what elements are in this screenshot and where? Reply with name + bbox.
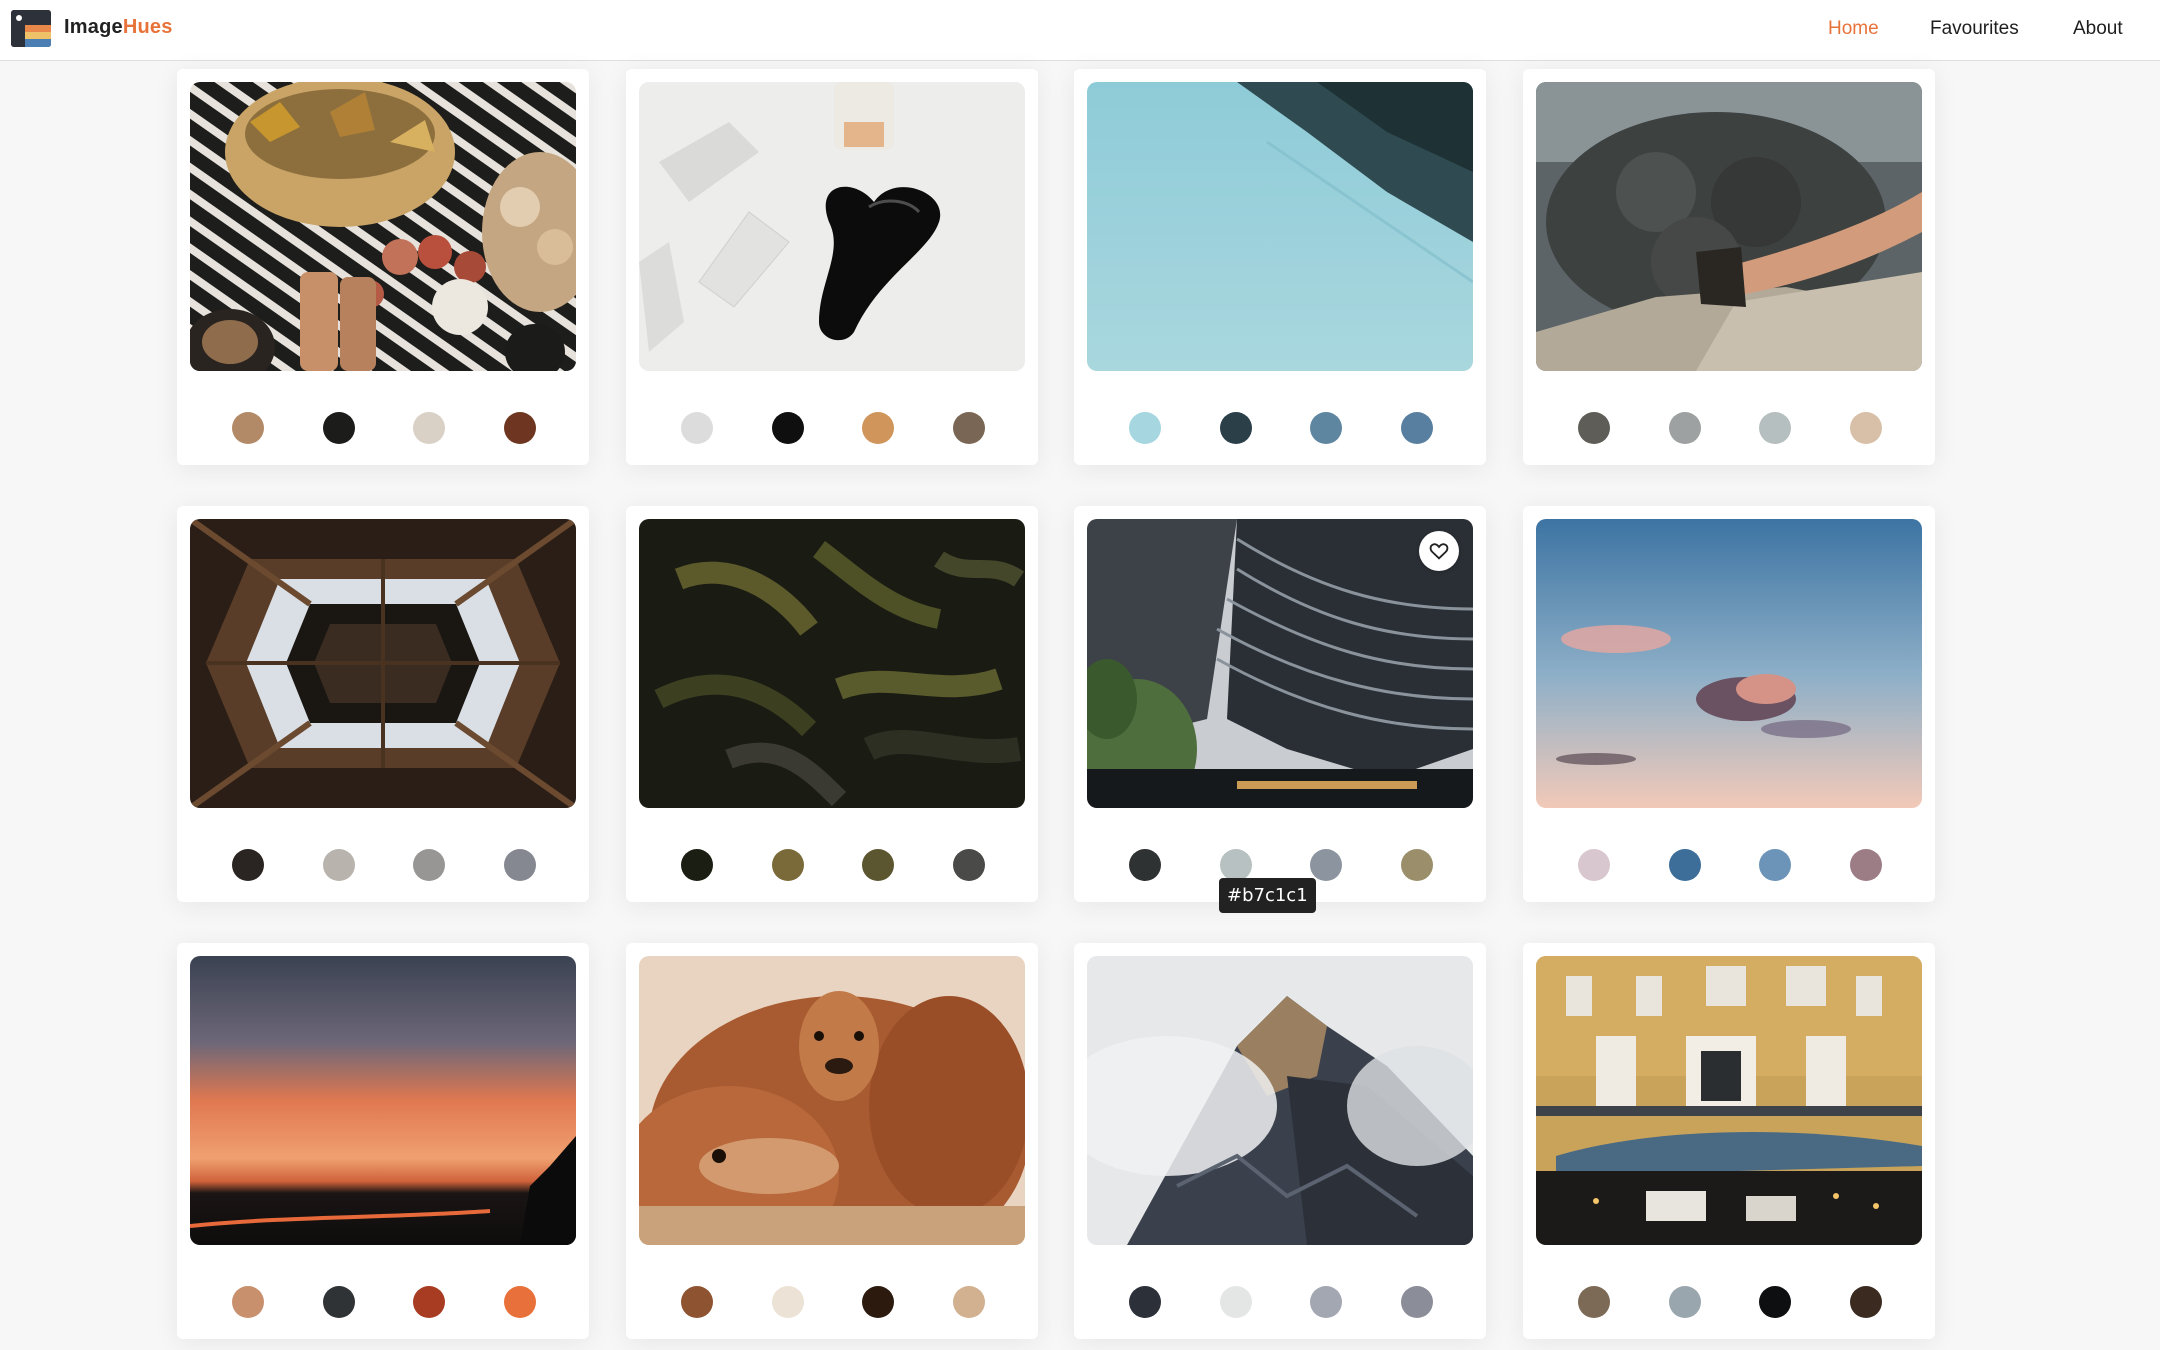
color-swatch[interactable] (1129, 1286, 1161, 1318)
photo-thumbnail[interactable] (1536, 519, 1922, 808)
photo-thumbnail[interactable] (1087, 82, 1473, 371)
color-swatch[interactable] (772, 412, 804, 444)
color-swatch[interactable] (323, 412, 355, 444)
color-swatch[interactable] (862, 412, 894, 444)
color-swatch[interactable] (1220, 1286, 1252, 1318)
palette-card (1074, 943, 1486, 1339)
color-swatch[interactable] (1759, 412, 1791, 444)
nav-favourites-link[interactable]: Favourites (1930, 18, 2019, 40)
imagehues-logo-icon[interactable] (11, 10, 51, 47)
color-swatch[interactable] (1669, 1286, 1701, 1318)
color-swatch[interactable] (681, 412, 713, 444)
palette-card (177, 943, 589, 1339)
color-swatch[interactable] (232, 1286, 264, 1318)
photo-thumbnail[interactable] (639, 956, 1025, 1245)
color-swatch[interactable] (1129, 849, 1161, 881)
color-swatch[interactable] (1401, 1286, 1433, 1318)
nav-home-link[interactable]: Home (1828, 18, 1879, 40)
nav-about-link[interactable]: About (2073, 18, 2123, 40)
palette-card (177, 69, 589, 465)
color-swatch[interactable] (1310, 1286, 1342, 1318)
color-swatch[interactable] (1310, 412, 1342, 444)
color-swatch[interactable] (862, 1286, 894, 1318)
color-swatch[interactable] (1669, 412, 1701, 444)
color-swatch[interactable] (232, 849, 264, 881)
color-swatch[interactable] (681, 1286, 713, 1318)
color-swatch[interactable] (232, 412, 264, 444)
color-swatch[interactable] (862, 849, 894, 881)
palette-card (177, 506, 589, 902)
top-nav: ImageHues Home Favourites About (0, 0, 2160, 61)
color-swatch[interactable] (1220, 412, 1252, 444)
photo-thumbnail[interactable] (1087, 519, 1473, 808)
palette-card (1523, 506, 1935, 902)
color-swatch[interactable] (323, 849, 355, 881)
color-swatch[interactable] (1310, 849, 1342, 881)
color-swatch[interactable] (1759, 849, 1791, 881)
photo-thumbnail[interactable] (190, 956, 576, 1245)
color-swatch[interactable] (953, 849, 985, 881)
palette-card (626, 506, 1038, 902)
color-swatch[interactable] (323, 1286, 355, 1318)
favourite-heart-button[interactable] (1419, 531, 1459, 571)
photo-thumbnail[interactable] (639, 519, 1025, 808)
color-swatch[interactable] (413, 412, 445, 444)
palette-card (1074, 506, 1486, 902)
color-swatch[interactable] (413, 849, 445, 881)
photo-thumbnail[interactable] (1087, 956, 1473, 1245)
color-swatch[interactable] (1220, 849, 1252, 881)
color-swatch[interactable] (681, 849, 713, 881)
photo-thumbnail[interactable] (190, 519, 576, 808)
photo-thumbnail[interactable] (1536, 82, 1922, 371)
color-swatch[interactable] (1578, 1286, 1610, 1318)
color-swatch[interactable] (413, 1286, 445, 1318)
heart-icon (1429, 543, 1449, 560)
palette-card (626, 943, 1038, 1339)
color-swatch[interactable] (1850, 849, 1882, 881)
color-swatch[interactable] (1669, 849, 1701, 881)
color-swatch[interactable] (504, 412, 536, 444)
color-swatch[interactable] (772, 849, 804, 881)
color-swatch[interactable] (1401, 412, 1433, 444)
color-swatch[interactable] (1578, 849, 1610, 881)
brand-name[interactable]: ImageHues (64, 16, 173, 39)
photo-thumbnail[interactable] (639, 82, 1025, 371)
brand-accent: Hues (122, 16, 173, 38)
palette-card (1523, 943, 1935, 1339)
color-swatch[interactable] (772, 1286, 804, 1318)
color-swatch[interactable] (504, 849, 536, 881)
color-swatch[interactable] (1850, 412, 1882, 444)
color-swatch[interactable] (1578, 412, 1610, 444)
photo-thumbnail[interactable] (190, 82, 576, 371)
color-swatch[interactable] (1759, 1286, 1791, 1318)
photo-thumbnail[interactable] (1536, 956, 1922, 1245)
color-hex-tooltip: #b7c1c1 (1219, 878, 1316, 913)
palette-card (1074, 69, 1486, 465)
color-swatch[interactable] (1401, 849, 1433, 881)
brand-main: Image (64, 16, 123, 38)
color-swatch[interactable] (953, 412, 985, 444)
palette-card (626, 69, 1038, 465)
color-swatch[interactable] (1129, 412, 1161, 444)
color-swatch[interactable] (953, 1286, 985, 1318)
color-swatch[interactable] (1850, 1286, 1882, 1318)
color-swatch[interactable] (504, 1286, 536, 1318)
palette-card (1523, 69, 1935, 465)
